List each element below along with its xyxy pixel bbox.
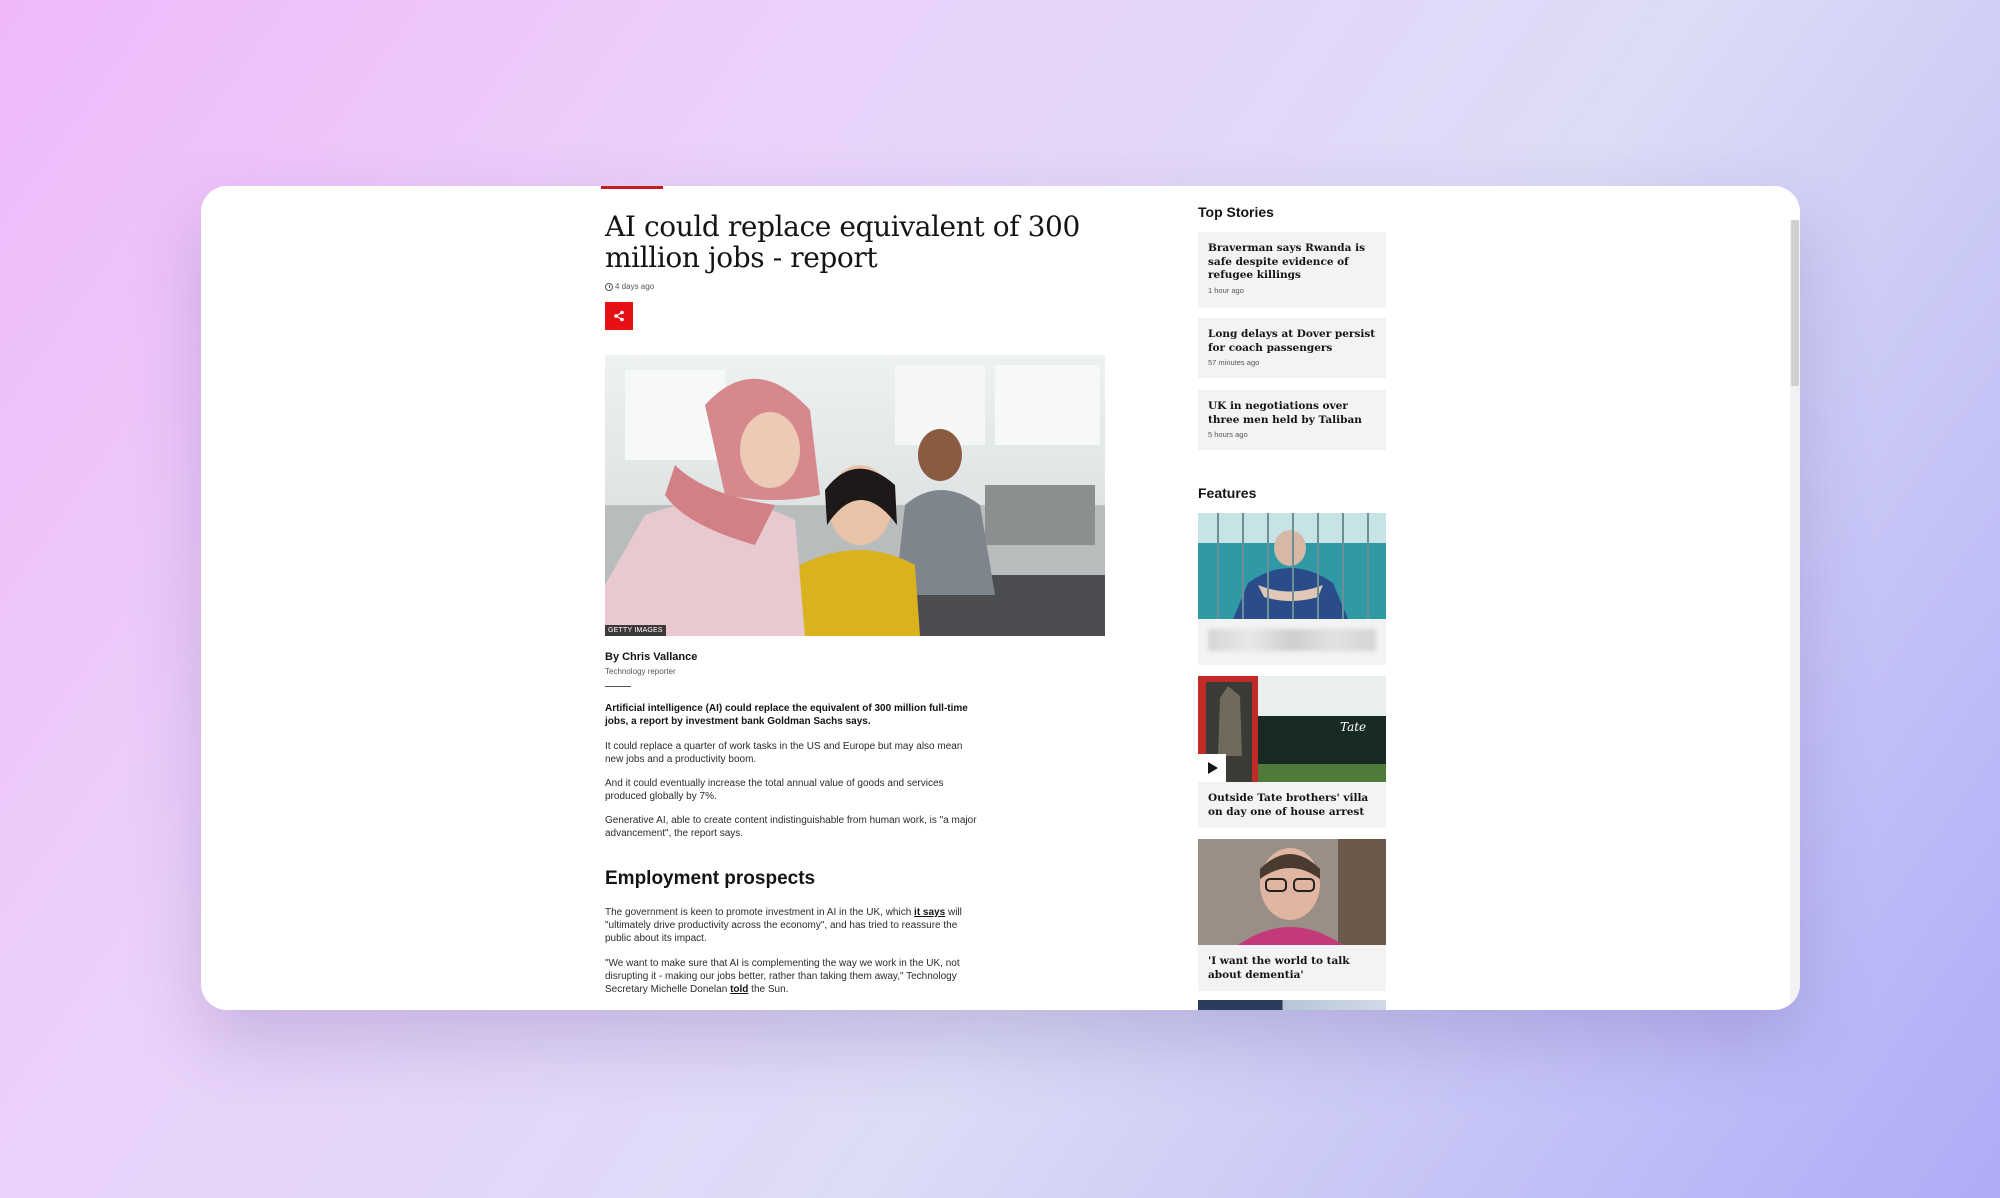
- office-workers-image: [605, 355, 1105, 636]
- told-link[interactable]: told: [730, 984, 748, 995]
- elderly-woman-image: [1198, 839, 1386, 945]
- scrollbar-thumb[interactable]: [1791, 220, 1799, 386]
- article-headline: AI could replace equivalent of 300 milli…: [605, 210, 1080, 274]
- it-says-link[interactable]: it says: [914, 907, 945, 918]
- feature-thumbnail: [1198, 839, 1386, 945]
- byline-divider: [605, 686, 631, 687]
- features-heading: Features: [1198, 485, 1257, 501]
- play-icon[interactable]: [1198, 754, 1226, 782]
- tate-sign-text: Tate: [1340, 720, 1367, 734]
- hero-image: GETTY IMAGES: [605, 355, 1105, 636]
- prisoner-image: [1198, 513, 1386, 619]
- article-paragraph: Generative AI, able to create content in…: [605, 815, 977, 839]
- clock-icon: [605, 282, 613, 291]
- article-paragraph: "We want to make sure that AI is complem…: [605, 957, 977, 996]
- image-credit: GETTY IMAGES: [605, 625, 666, 636]
- feature-card[interactable]: [1198, 513, 1386, 665]
- feature-card[interactable]: [1198, 1000, 1386, 1010]
- byline-role: Technology reporter: [605, 667, 676, 676]
- share-button[interactable]: [605, 302, 633, 330]
- top-story-card[interactable]: UK in negotiations over three men held b…: [1198, 390, 1386, 450]
- top-story-card[interactable]: Long delays at Dover persist for coach p…: [1198, 318, 1386, 378]
- section-heading: Employment prospects: [605, 868, 816, 889]
- story-time: 57 minutes ago: [1208, 358, 1260, 367]
- browser-window: AI could replace equivalent of 300 milli…: [201, 186, 1800, 1010]
- article-paragraph: And it could eventually increase the tot…: [605, 778, 944, 802]
- paragraph-text: the Sun.: [748, 984, 789, 995]
- feature-thumbnail: Tate: [1198, 676, 1386, 782]
- timestamp-text: 4 days ago: [615, 282, 655, 291]
- story-title: UK in negotiations over three men held b…: [1208, 400, 1362, 426]
- article-timestamp: 4 days ago: [605, 282, 654, 291]
- story-title: Long delays at Dover persist for coach p…: [1208, 328, 1376, 354]
- feature-card[interactable]: 'I want the world to talk about dementia…: [1198, 839, 1386, 991]
- feature-caption: 'I want the world to talk about dementia…: [1208, 955, 1350, 981]
- feature-caption: Outside Tate brothers' villa on day one …: [1208, 792, 1369, 818]
- article-intro: Artificial intelligence (AI) could repla…: [605, 703, 968, 727]
- nav-active-indicator: [601, 186, 663, 189]
- feature-thumbnail: [1198, 513, 1386, 619]
- article-byline[interactable]: By Chris Vallance: [605, 651, 697, 663]
- feature-thumbnail: [1198, 1000, 1386, 1010]
- blurred-caption: [1208, 629, 1376, 651]
- top-stories-heading: Top Stories: [1198, 204, 1274, 220]
- article-paragraph: It could replace a quarter of work tasks…: [605, 741, 963, 765]
- article-paragraph: The government is keen to promote invest…: [605, 906, 977, 945]
- top-story-card[interactable]: Braverman says Rwanda is safe despite ev…: [1198, 232, 1386, 308]
- share-icon: [614, 310, 624, 322]
- story-title: Braverman says Rwanda is safe despite ev…: [1208, 242, 1366, 281]
- story-time: 1 hour ago: [1208, 285, 1244, 295]
- story-time: 5 hours ago: [1208, 430, 1248, 439]
- feature-card[interactable]: Tate Outside Tate brothers' villa on day…: [1198, 676, 1386, 828]
- paragraph-text: The government is keen to promote invest…: [605, 907, 915, 918]
